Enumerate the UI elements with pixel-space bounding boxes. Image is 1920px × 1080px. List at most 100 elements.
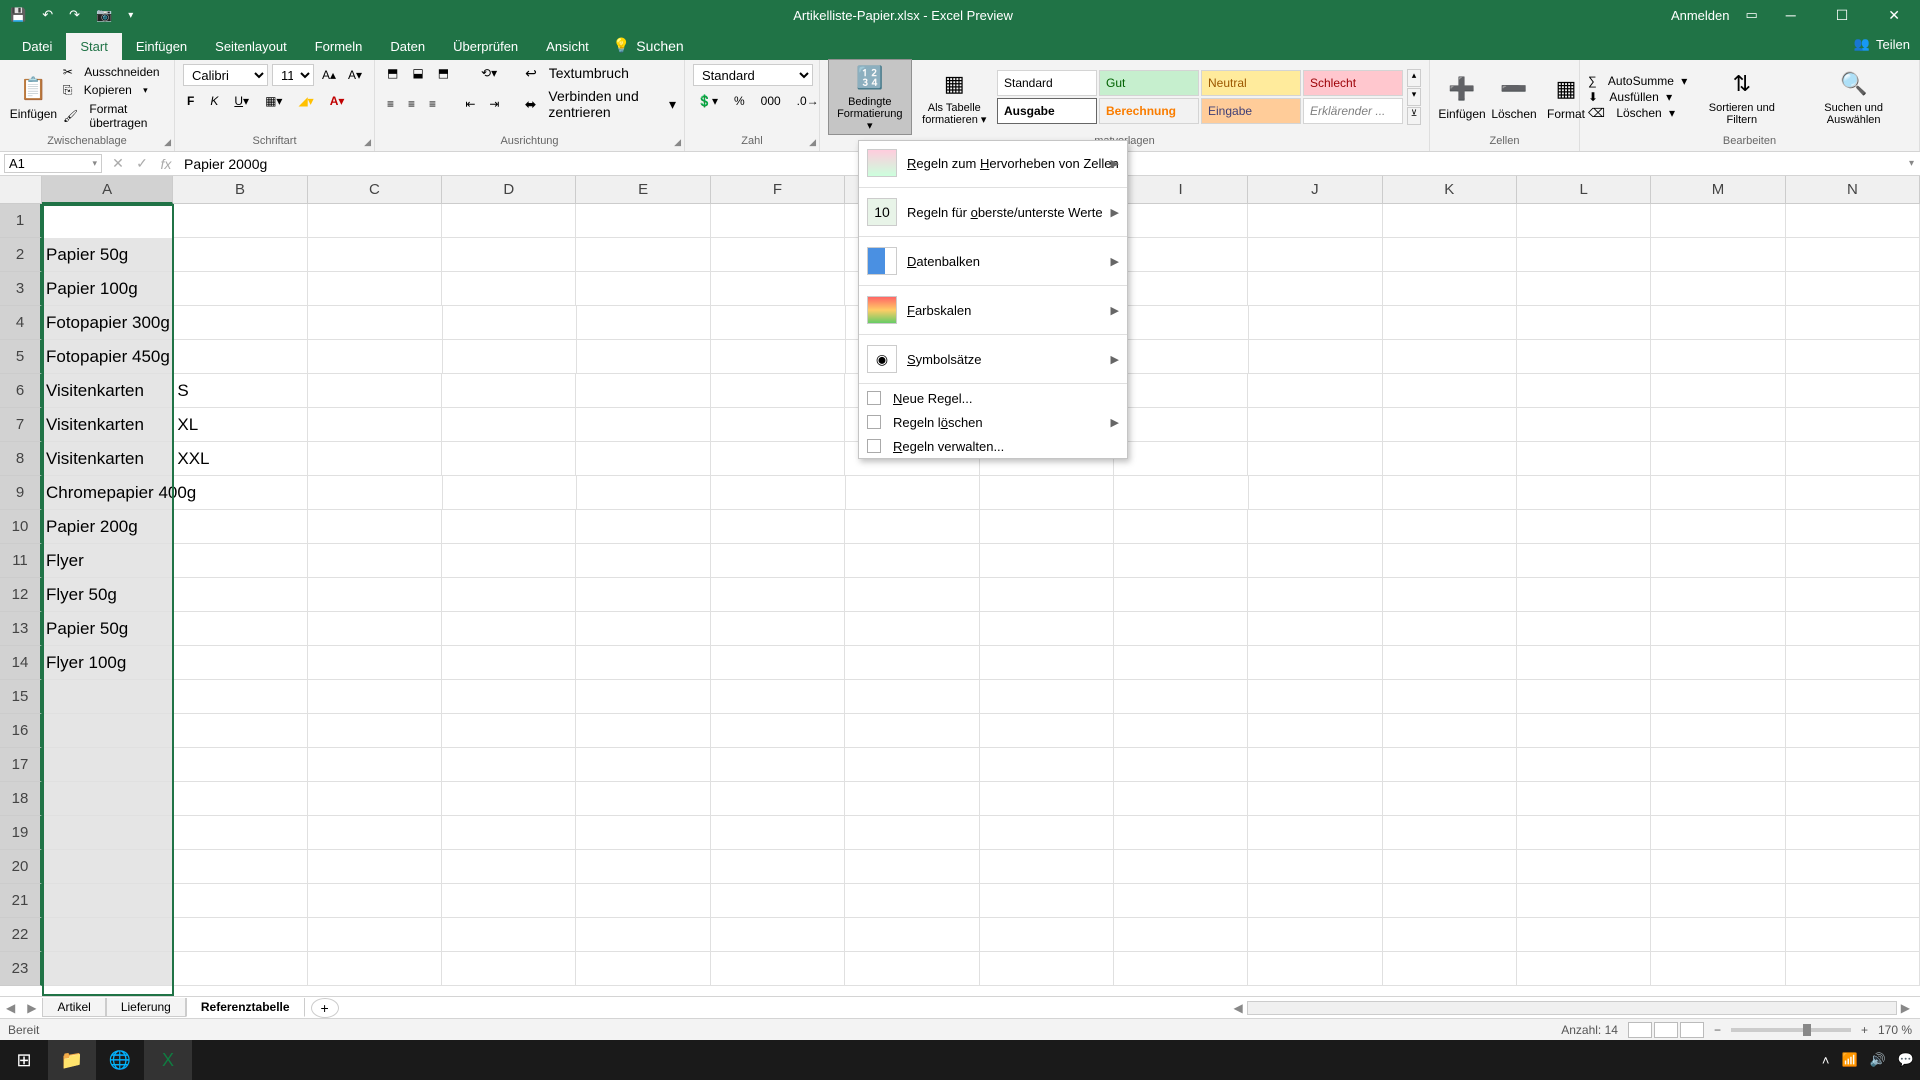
cell[interactable] <box>1651 340 1785 374</box>
cell[interactable] <box>845 646 979 680</box>
clipboard-launcher[interactable]: ◢ <box>164 137 171 148</box>
cell[interactable] <box>1383 748 1517 782</box>
cell[interactable] <box>1114 544 1248 578</box>
cell[interactable] <box>173 612 307 646</box>
cell[interactable] <box>173 748 307 782</box>
cell[interactable] <box>308 238 442 272</box>
cell[interactable] <box>980 646 1114 680</box>
copy-button[interactable]: ⎘ Kopieren ▾ <box>63 83 166 98</box>
column-header[interactable]: M <box>1651 176 1785 204</box>
tray-network-icon[interactable]: 📶 <box>1841 1052 1857 1068</box>
cell[interactable] <box>308 850 442 884</box>
cell[interactable] <box>42 782 173 816</box>
cell[interactable] <box>576 680 710 714</box>
cell[interactable]: Visitenkarten <box>42 408 173 442</box>
zoom-slider[interactable] <box>1731 1028 1851 1032</box>
cell[interactable] <box>1517 918 1651 952</box>
cell[interactable] <box>42 918 173 952</box>
column-header[interactable]: N <box>1786 176 1920 204</box>
cell[interactable] <box>1248 714 1382 748</box>
cell[interactable] <box>1383 238 1517 272</box>
increase-indent-button[interactable]: ⇥ <box>485 95 503 113</box>
row-header[interactable]: 12 <box>0 578 42 612</box>
format-as-table-button[interactable]: ▦ Als Tabelle formatieren ▾ <box>914 66 995 128</box>
cell[interactable] <box>308 544 442 578</box>
cell[interactable] <box>711 850 845 884</box>
cell[interactable] <box>173 272 307 306</box>
cell[interactable] <box>173 952 307 986</box>
style-eingabe[interactable]: Eingabe <box>1201 98 1301 124</box>
cell[interactable] <box>442 544 576 578</box>
delete-cells-button[interactable]: ➖Löschen <box>1490 71 1538 123</box>
cell[interactable] <box>980 510 1114 544</box>
cell[interactable]: XL <box>173 408 307 442</box>
orientation-button[interactable]: ⟲▾ <box>477 64 501 82</box>
cell[interactable] <box>1651 544 1785 578</box>
cell[interactable] <box>42 816 173 850</box>
cell[interactable] <box>1114 408 1248 442</box>
cell[interactable] <box>308 816 442 850</box>
ribbon-display-icon[interactable]: ▭ <box>1745 7 1757 23</box>
cell[interactable] <box>711 748 845 782</box>
column-header[interactable]: F <box>711 176 845 204</box>
cell[interactable] <box>173 646 307 680</box>
cell[interactable] <box>1786 850 1920 884</box>
cell[interactable] <box>1651 238 1785 272</box>
cell[interactable] <box>576 714 710 748</box>
cell[interactable] <box>980 816 1114 850</box>
row-header[interactable]: 21 <box>0 884 42 918</box>
cell[interactable] <box>1651 884 1785 918</box>
quickprint-icon[interactable]: 📷 <box>96 7 112 23</box>
cell[interactable] <box>1517 578 1651 612</box>
excel-taskbar-button[interactable]: X <box>144 1040 192 1080</box>
tell-me-search[interactable]: 💡 Suchen <box>603 31 694 60</box>
style-standard[interactable]: Standard <box>997 70 1097 96</box>
align-left-button[interactable]: ≡ <box>383 95 398 113</box>
percent-button[interactable]: % <box>730 92 749 110</box>
cell[interactable] <box>1786 612 1920 646</box>
sheet-tab-referenztabelle[interactable]: Referenztabelle <box>186 998 305 1017</box>
cell[interactable] <box>1786 646 1920 680</box>
align-right-button[interactable]: ≡ <box>425 95 440 113</box>
row-header[interactable]: 11 <box>0 544 42 578</box>
row-header[interactable]: 18 <box>0 782 42 816</box>
cell[interactable] <box>1114 238 1248 272</box>
cell[interactable] <box>576 272 710 306</box>
cell[interactable] <box>711 884 845 918</box>
cell[interactable] <box>308 918 442 952</box>
row-header[interactable]: 14 <box>0 646 42 680</box>
cell[interactable] <box>980 544 1114 578</box>
cell[interactable]: Flyer <box>42 544 173 578</box>
sheet-nav-next[interactable]: ▶ <box>21 1001 42 1015</box>
cell[interactable] <box>576 578 710 612</box>
cell[interactable] <box>442 816 576 850</box>
row-header[interactable]: 7 <box>0 408 42 442</box>
cell[interactable] <box>1383 510 1517 544</box>
cell[interactable] <box>1248 238 1382 272</box>
cell[interactable] <box>442 204 576 238</box>
style-ausgabe[interactable]: Ausgabe <box>997 98 1097 124</box>
cancel-formula-button[interactable]: ✕ <box>106 155 130 172</box>
cell[interactable] <box>173 680 307 714</box>
cell[interactable] <box>1248 850 1382 884</box>
cell[interactable] <box>1114 476 1248 510</box>
cell[interactable] <box>1114 272 1248 306</box>
row-header[interactable]: 1 <box>0 204 42 238</box>
cell[interactable]: Flyer 50g <box>42 578 173 612</box>
cell[interactable] <box>576 884 710 918</box>
row-header[interactable]: 16 <box>0 714 42 748</box>
cell[interactable] <box>845 612 979 646</box>
view-page-layout-button[interactable] <box>1654 1022 1678 1038</box>
cell[interactable] <box>845 544 979 578</box>
cell[interactable] <box>980 612 1114 646</box>
cell[interactable] <box>308 408 442 442</box>
new-sheet-button[interactable]: + <box>311 998 339 1018</box>
expand-formula-bar[interactable]: ▾ <box>1903 158 1920 169</box>
cell[interactable] <box>173 544 307 578</box>
styles-scroll-down[interactable]: ▾ <box>1407 88 1421 106</box>
underline-button[interactable]: U▾ <box>230 92 253 110</box>
close-button[interactable]: ✕ <box>1876 7 1912 24</box>
cell[interactable] <box>442 884 576 918</box>
cell[interactable] <box>1114 306 1248 340</box>
tab-file[interactable]: Datei <box>8 33 66 60</box>
